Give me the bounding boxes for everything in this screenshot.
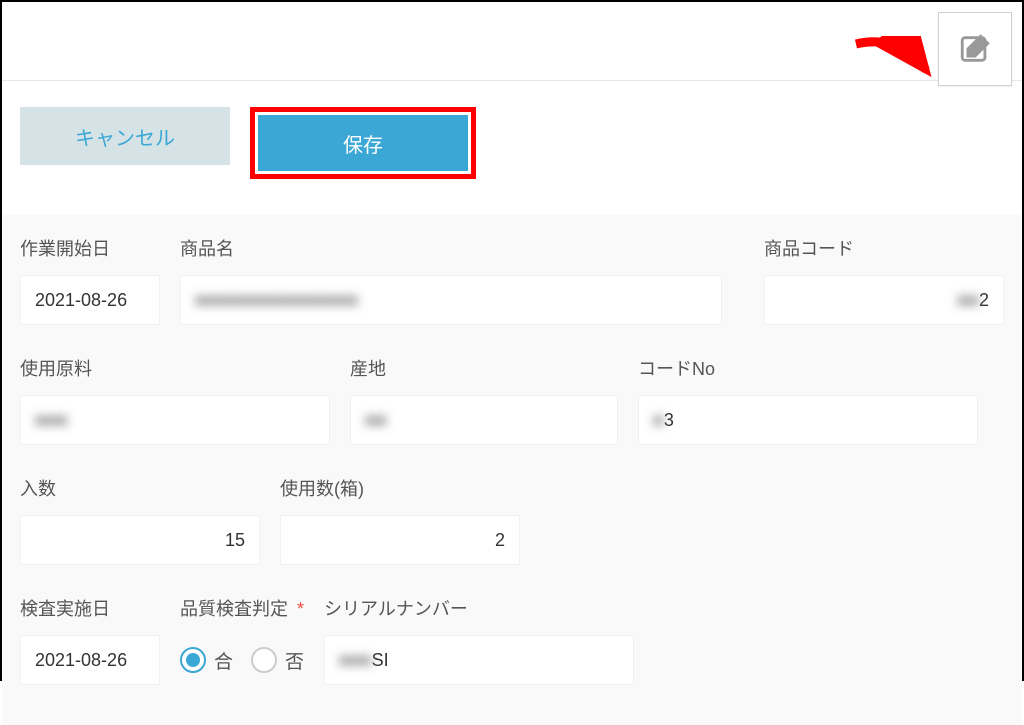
label-quality: 品質検査判定 * [180, 595, 304, 621]
field-origin: 産地 ■■ [350, 355, 618, 445]
input-inspect-date[interactable]: 2021-08-26 [20, 635, 160, 685]
field-start-date: 作業開始日 2021-08-26 [20, 235, 160, 325]
radio-quality-pass[interactable]: 合 [180, 647, 233, 674]
label-product-code: 商品コード [764, 235, 1004, 261]
field-serial: シリアルナンバー ■■■SI [324, 595, 634, 685]
label-origin: 産地 [350, 355, 618, 381]
input-qty-in[interactable]: 15 [20, 515, 260, 565]
field-quality: 品質検査判定 * 合 否 [180, 595, 304, 685]
form-area: 作業開始日 2021-08-26 商品名 ■■■■■■■■■■■■■■■ 商品コ… [2, 215, 1022, 725]
save-button-highlight: 保存 [250, 107, 476, 179]
input-start-date[interactable]: 2021-08-26 [20, 275, 160, 325]
input-serial[interactable]: ■■■SI [324, 635, 634, 685]
input-code-no[interactable]: ■3 [638, 395, 978, 445]
label-qty-in: 入数 [20, 475, 260, 501]
label-qty-used: 使用数(箱) [280, 475, 520, 501]
input-origin[interactable]: ■■ [350, 395, 618, 445]
field-inspect-date: 検査実施日 2021-08-26 [20, 595, 160, 685]
radio-group-quality: 合 否 [180, 635, 304, 685]
toolbar: キャンセル 保存 [2, 80, 1022, 215]
label-inspect-date: 検査実施日 [20, 595, 160, 621]
radio-circle-icon [251, 647, 277, 673]
field-product-code: 商品コード ■■2 [764, 235, 1004, 325]
edit-button[interactable] [938, 12, 1012, 86]
field-qty-used: 使用数(箱) 2 [280, 475, 520, 565]
input-product-name[interactable]: ■■■■■■■■■■■■■■■ [180, 275, 722, 325]
label-product-name: 商品名 [180, 235, 722, 261]
edit-icon [958, 32, 992, 66]
radio-circle-icon [180, 647, 206, 673]
label-start-date: 作業開始日 [20, 235, 160, 261]
save-button[interactable]: 保存 [258, 115, 468, 171]
radio-quality-fail[interactable]: 否 [251, 647, 304, 674]
field-material: 使用原料 ■■■ [20, 355, 330, 445]
field-qty-in: 入数 15 [20, 475, 260, 565]
field-product-name: 商品名 ■■■■■■■■■■■■■■■ [180, 235, 722, 325]
input-product-code[interactable]: ■■2 [764, 275, 1004, 325]
label-serial: シリアルナンバー [324, 595, 634, 621]
field-code-no: コードNo ■3 [638, 355, 978, 445]
label-material: 使用原料 [20, 355, 330, 381]
label-code-no: コードNo [638, 355, 978, 381]
input-material[interactable]: ■■■ [20, 395, 330, 445]
cancel-button[interactable]: キャンセル [20, 107, 230, 165]
input-qty-used[interactable]: 2 [280, 515, 520, 565]
